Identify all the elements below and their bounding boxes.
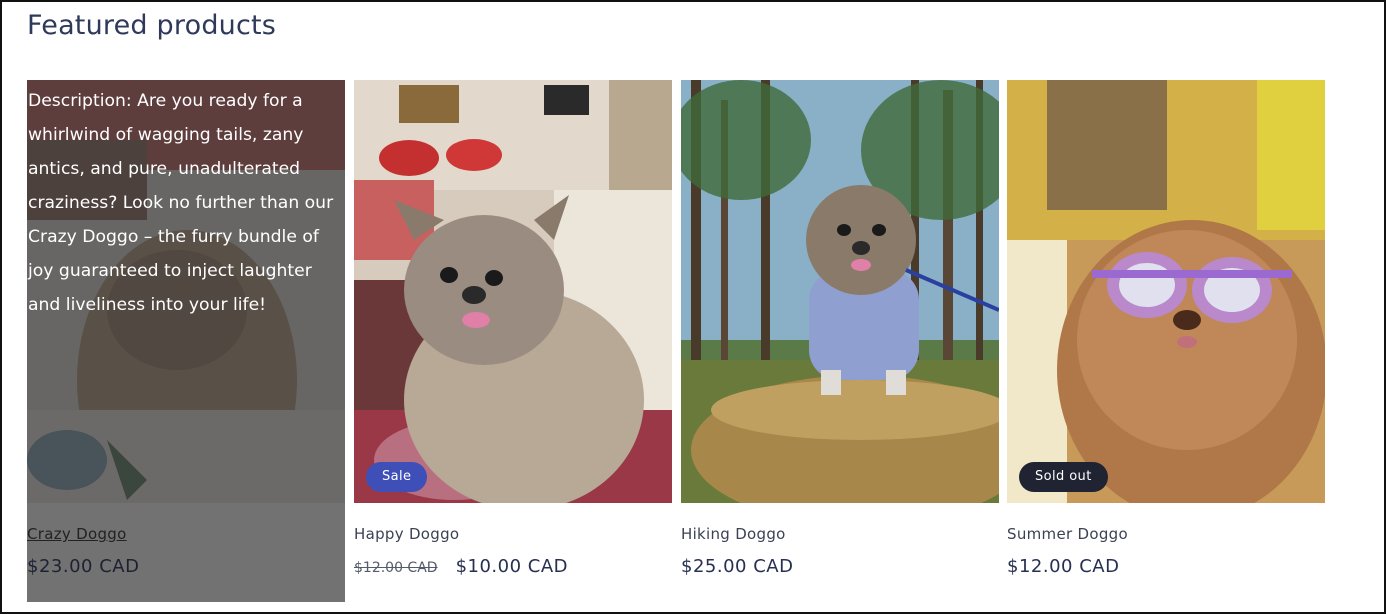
price-row: $23.00 CAD: [27, 556, 139, 577]
product-card-happy-doggo[interactable]: Sale Happy Doggo $12.00 CAD $10.00 CAD: [354, 80, 672, 602]
regular-price: $12.00 CAD: [354, 560, 438, 576]
product-card-crazy-doggo[interactable]: Description: Are you ready for a whirlwi…: [27, 80, 345, 602]
product-price: $12.00 CAD: [1007, 556, 1120, 577]
product-image-hiking-doggo[interactable]: [681, 80, 999, 503]
price-row: $12.00 CAD: [1007, 556, 1119, 577]
product-title-link[interactable]: Hiking Doggo: [681, 525, 786, 543]
product-card-summer-doggo[interactable]: Sold out Summer Doggo $12.00 CAD: [1007, 80, 1325, 602]
sold-out-badge: Sold out: [1019, 462, 1108, 492]
sale-badge: Sale: [366, 462, 428, 492]
section-title: Featured products: [27, 10, 277, 41]
product-price: $23.00 CAD: [27, 556, 140, 577]
product-image-happy-doggo[interactable]: [354, 80, 672, 503]
product-card-hiking-doggo[interactable]: Hiking Doggo $25.00 CAD: [681, 80, 999, 602]
product-title-link[interactable]: Happy Doggo: [354, 525, 459, 543]
product-title-link[interactable]: Crazy Doggo: [27, 525, 127, 543]
product-image-summer-doggo[interactable]: [1007, 80, 1325, 503]
product-description: Description: Are you ready for a whirlwi…: [28, 91, 334, 315]
sale-price: $10.00 CAD: [455, 556, 569, 577]
product-price: $25.00 CAD: [681, 556, 794, 577]
product-title-link[interactable]: Summer Doggo: [1007, 525, 1128, 543]
price-row: $12.00 CAD $10.00 CAD: [354, 556, 568, 577]
price-row: $25.00 CAD: [681, 556, 793, 577]
featured-products-section: Featured products Description: Are you r…: [0, 0, 1386, 614]
